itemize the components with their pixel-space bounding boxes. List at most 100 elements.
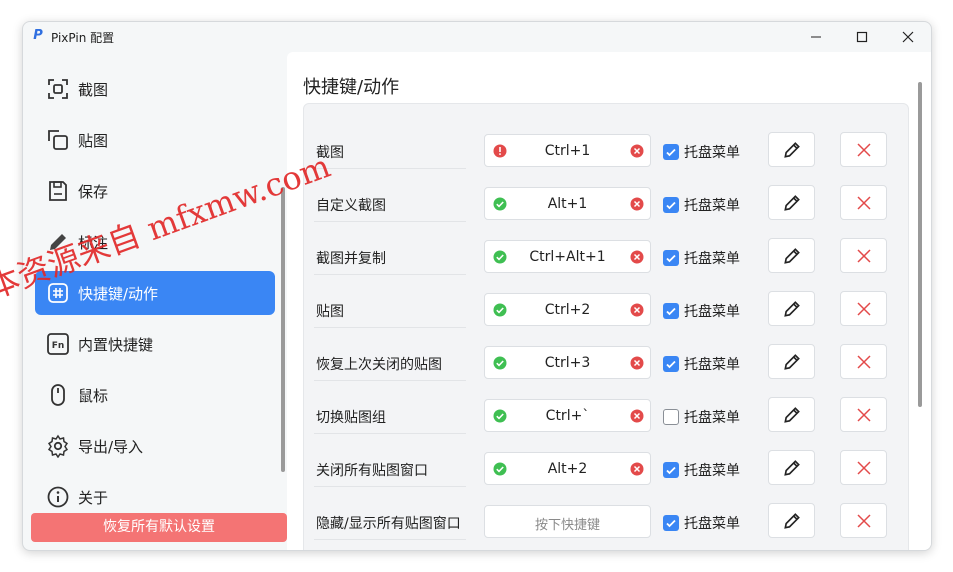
row-divider xyxy=(314,221,466,222)
clear-hotkey-icon[interactable] xyxy=(630,356,644,370)
clear-hotkey-icon[interactable] xyxy=(630,250,644,264)
clear-hotkey-icon[interactable] xyxy=(630,144,644,158)
pixpin-logo-icon: P xyxy=(33,28,43,43)
delete-action-button[interactable] xyxy=(840,185,887,220)
pencil-icon xyxy=(783,406,800,423)
tray-menu-label: 托盘菜单 xyxy=(684,198,740,214)
sidebar-item-save[interactable]: 保存 xyxy=(35,169,275,213)
delete-action-button[interactable] xyxy=(840,503,887,538)
pin-icon xyxy=(48,130,68,150)
edit-action-button[interactable] xyxy=(768,397,815,432)
sidebar-item-label: 内置快捷键 xyxy=(78,336,154,354)
content-scrollbar[interactable] xyxy=(918,82,922,407)
sidebar-item-label: 关于 xyxy=(78,489,109,507)
save-icon xyxy=(49,181,67,201)
tray-menu-checkbox[interactable]: 托盘菜单 xyxy=(663,248,740,268)
reset-defaults-button[interactable]: 恢复所有默认设置 xyxy=(31,513,287,542)
sidebar-item-mouse[interactable]: 鼠标 xyxy=(35,373,275,417)
hotkey-input[interactable]: Ctrl+Alt+1 xyxy=(484,240,651,273)
minimize-icon xyxy=(811,36,821,38)
hashtag-icon xyxy=(48,283,68,303)
row-divider xyxy=(314,486,466,487)
action-name: 恢复上次关闭的贴图 xyxy=(316,357,442,373)
minimize-button[interactable] xyxy=(793,22,839,52)
shortcut-row: 截图 Ctrl+1 托盘菜单 xyxy=(304,126,910,179)
row-divider xyxy=(314,168,466,169)
tray-menu-checkbox[interactable]: 托盘菜单 xyxy=(663,354,740,374)
clear-hotkey-icon[interactable] xyxy=(630,462,644,476)
sidebar-item-shortcuts[interactable]: 快捷键/动作 xyxy=(35,271,275,315)
hotkey-input[interactable]: Alt+1 xyxy=(484,187,651,220)
action-name: 切换贴图组 xyxy=(316,410,386,426)
row-divider xyxy=(314,274,466,275)
edit-action-button[interactable] xyxy=(768,450,815,485)
delete-action-button[interactable] xyxy=(840,238,887,273)
checkbox-checked-icon xyxy=(663,250,679,266)
window-title: PixPin 配置 xyxy=(51,31,115,45)
screenshot-icon xyxy=(48,79,68,99)
check-circle-icon xyxy=(493,462,507,476)
tray-menu-checkbox[interactable]: 托盘菜单 xyxy=(663,513,740,533)
row-divider xyxy=(314,433,466,434)
tray-menu-checkbox[interactable]: 托盘菜单 xyxy=(663,142,740,162)
delete-action-button[interactable] xyxy=(840,397,887,432)
close-icon xyxy=(856,513,871,528)
hotkey-input[interactable]: Ctrl+2 xyxy=(484,293,651,326)
hotkey-input[interactable]: Ctrl+1 xyxy=(484,134,651,167)
edit-action-button[interactable] xyxy=(768,291,815,326)
edit-action-button[interactable] xyxy=(768,238,815,273)
row-divider xyxy=(314,327,466,328)
hotkey-input[interactable]: Ctrl+` xyxy=(484,399,651,432)
error-icon xyxy=(493,144,507,158)
hotkey-input[interactable]: Ctrl+3 xyxy=(484,346,651,379)
edit-action-button[interactable] xyxy=(768,503,815,538)
hotkey-value: Ctrl+3 xyxy=(544,355,591,371)
tray-menu-label: 托盘菜单 xyxy=(684,463,740,479)
clear-hotkey-icon[interactable] xyxy=(630,303,644,317)
sidebar-item-screenshot[interactable]: 截图 xyxy=(35,67,275,111)
close-icon xyxy=(856,301,871,316)
sidebar-scrollbar[interactable] xyxy=(281,187,285,472)
hotkey-placeholder: 按下快捷键 xyxy=(534,518,600,533)
checkbox-checked-icon xyxy=(663,303,679,319)
delete-action-button[interactable] xyxy=(840,344,887,379)
sidebar-item-builtin-shortcuts[interactable]: Fn 内置快捷键 xyxy=(35,322,275,366)
main-content: 快捷键/动作 截图 Ctrl+1 托盘菜单 自定义截图 Alt+1 托盘菜单 截… xyxy=(287,52,931,550)
close-window-button[interactable] xyxy=(885,22,931,52)
tray-menu-checkbox[interactable]: 托盘菜单 xyxy=(663,460,740,480)
check-circle-icon xyxy=(493,356,507,370)
check-circle-icon xyxy=(493,250,507,264)
action-name: 截图并复制 xyxy=(316,251,386,267)
clear-hotkey-icon[interactable] xyxy=(630,197,644,211)
title-bar[interactable]: P PixPin 配置 xyxy=(23,22,931,52)
sidebar-item-pin[interactable]: 贴图 xyxy=(35,118,275,162)
page-title: 快捷键/动作 xyxy=(303,77,400,98)
delete-action-button[interactable] xyxy=(840,291,887,326)
sidebar-item-label: 导出/导入 xyxy=(78,438,144,456)
pencil-icon xyxy=(783,300,800,317)
hotkey-input[interactable]: 按下快捷键 xyxy=(484,505,651,538)
shortcut-row: 恢复上次关闭的贴图 Ctrl+3 托盘菜单 xyxy=(304,338,910,391)
tray-menu-checkbox[interactable]: 托盘菜单 xyxy=(663,407,740,427)
clear-hotkey-icon[interactable] xyxy=(630,409,644,423)
edit-action-button[interactable] xyxy=(768,344,815,379)
sidebar-item-annotate[interactable]: 标注 xyxy=(35,220,275,264)
edit-action-button[interactable] xyxy=(768,132,815,167)
sidebar-item-export-import[interactable]: 导出/导入 xyxy=(35,424,275,468)
checkbox-checked-icon xyxy=(663,197,679,213)
hotkey-input[interactable]: Alt+2 xyxy=(484,452,651,485)
pencil-icon xyxy=(783,512,800,529)
tray-menu-checkbox[interactable]: 托盘菜单 xyxy=(663,301,740,321)
maximize-button[interactable] xyxy=(839,22,885,52)
check-circle-icon xyxy=(493,409,507,423)
sidebar-item-label: 截图 xyxy=(78,81,109,99)
sidebar: 截图 贴图 保存 标注 快捷键/动作 Fn 内置快捷键 鼠标 导出/导入 关于 xyxy=(23,52,287,550)
checkbox-checked-icon xyxy=(663,515,679,531)
gear-icon xyxy=(47,434,69,458)
checkbox-checked-icon xyxy=(663,462,679,478)
tray-menu-checkbox[interactable]: 托盘菜单 xyxy=(663,195,740,215)
delete-action-button[interactable] xyxy=(840,132,887,167)
shortcut-row: 切换贴图组 Ctrl+` 托盘菜单 xyxy=(304,391,910,444)
edit-action-button[interactable] xyxy=(768,185,815,220)
delete-action-button[interactable] xyxy=(840,450,887,485)
